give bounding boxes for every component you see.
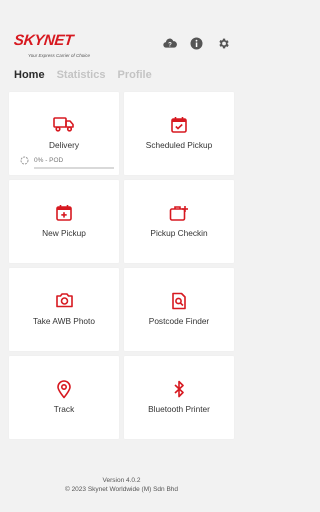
truck-icon	[9, 116, 119, 132]
calendar-plus-icon	[9, 204, 119, 222]
info-icon[interactable]	[189, 36, 203, 50]
pod-progress: 0% - POD	[20, 155, 114, 169]
document-search-icon	[124, 292, 234, 310]
tab-profile[interactable]: Profile	[117, 69, 151, 85]
cloud-question-icon[interactable]: ?	[163, 36, 177, 50]
app-header: SKYNET Your Express Carrier of Choice ?	[0, 0, 243, 66]
copyright-text: © 2023 Skynet Worldwide (M) Sdn Bhd	[64, 486, 179, 493]
svg-text:?: ?	[168, 42, 172, 48]
camera-icon	[9, 292, 119, 308]
pod-progress-bar	[34, 167, 114, 169]
brand-tagline: Your Express Carrier of Choice	[28, 53, 91, 58]
new-pickup-tile[interactable]: New Pickup	[9, 180, 119, 263]
track-tile[interactable]: Track	[9, 356, 119, 439]
tab-bar: Home Statistics Profile	[14, 69, 152, 85]
pickup-checkin-label: Pickup Checkin	[150, 228, 208, 238]
gear-icon[interactable]	[216, 36, 230, 50]
postcode-finder-tile[interactable]: Postcode Finder	[124, 268, 234, 351]
version-text: Version 4.0.2	[102, 477, 141, 484]
calendar-check-icon	[124, 116, 234, 134]
brand-name: SKYNET	[13, 32, 74, 49]
pod-progress-text: 0% - POD	[34, 157, 64, 164]
scheduled-pickup-label: Scheduled Pickup	[145, 140, 213, 150]
delivery-tile[interactable]: Delivery 0% - POD	[9, 92, 119, 175]
bluetooth-printer-label: Bluetooth Printer	[148, 404, 210, 414]
skynet-logo: SKYNET Your Express Carrier of Choice	[13, 32, 109, 60]
menu-grid: Delivery 0% - POD Scheduled Pickup New P…	[9, 92, 234, 439]
new-pickup-label: New Pickup	[42, 228, 86, 238]
briefcase-plus-icon	[124, 204, 234, 222]
track-label: Track	[53, 404, 75, 414]
postcode-finder-label: Postcode Finder	[148, 316, 210, 326]
tab-statistics[interactable]: Statistics	[57, 69, 106, 85]
take-awb-photo-label: Take AWB Photo	[33, 316, 95, 326]
take-awb-photo-tile[interactable]: Take AWB Photo	[9, 268, 119, 351]
progress-ring-icon	[20, 156, 29, 167]
tab-home[interactable]: Home	[14, 69, 45, 85]
bluetooth-icon	[124, 380, 234, 398]
scheduled-pickup-tile[interactable]: Scheduled Pickup	[124, 92, 234, 175]
location-pin-icon	[9, 380, 119, 399]
bluetooth-printer-tile[interactable]: Bluetooth Printer	[124, 356, 234, 439]
pickup-checkin-tile[interactable]: Pickup Checkin	[124, 180, 234, 263]
app-footer: Version 4.0.2 © 2023 Skynet Worldwide (M…	[0, 476, 243, 494]
delivery-label: Delivery	[49, 140, 79, 150]
